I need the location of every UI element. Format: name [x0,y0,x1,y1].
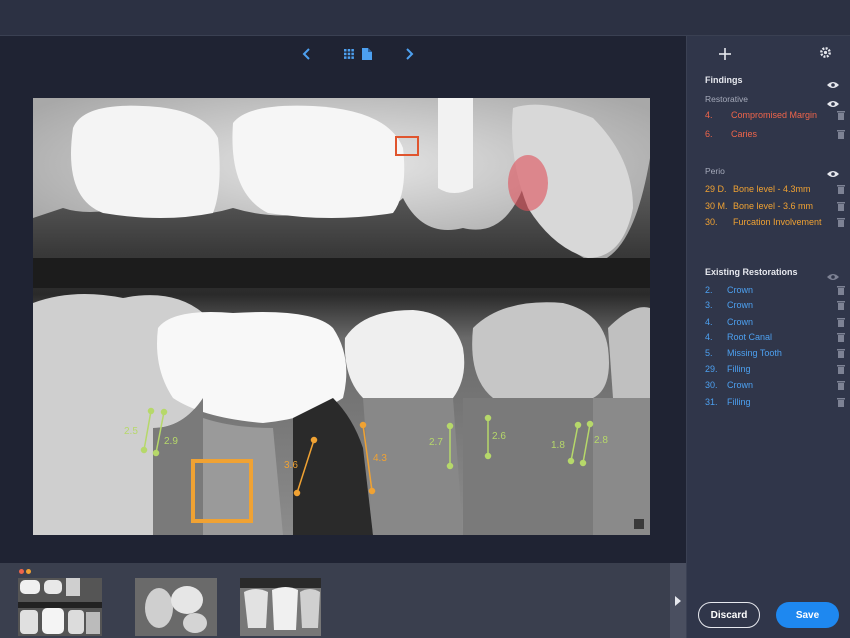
finding-item[interactable]: 6. Caries [705,128,845,140]
finding-number: 4. [705,317,713,327]
trash-icon[interactable] [837,332,845,342]
finding-number: 31. [705,397,718,407]
finding-label: Crown [727,380,754,390]
grid-icon[interactable] [342,47,356,61]
findings-sidebar: Findings Restorative 4. Compromised Margi… [686,36,850,638]
trash-icon[interactable] [837,364,845,374]
caries-highlight[interactable] [508,155,548,211]
trash-icon[interactable] [837,285,845,295]
trash-icon[interactable] [837,348,845,358]
existing-restorations-title: Existing Restorations [705,267,798,277]
chevron-right-icon[interactable] [670,563,686,638]
trash-icon[interactable] [837,397,845,407]
measurement-label: 2.6 [492,431,506,442]
finding-item[interactable]: 30 M. Bone level - 3.6 mm [705,200,845,212]
finding-item[interactable]: 30. Furcation Involvement [705,216,845,228]
finding-number: 30. [705,217,718,227]
image-corner-marker [634,519,644,529]
finding-label: Furcation Involvement [733,217,822,227]
status-dot [19,569,24,574]
trash-icon[interactable] [837,380,845,390]
trash-icon[interactable] [837,317,845,327]
finding-label: Crown [727,285,754,295]
thumbnail-1[interactable] [18,578,102,636]
finding-number: 4. [705,332,713,342]
findings-title: Findings [705,75,743,85]
discard-button[interactable]: Discard [698,602,760,628]
measurement-label: 2.5 [124,426,138,437]
finding-label: Bone level - 4.3mm [733,184,811,194]
finding-label: Filling [727,397,751,407]
trash-icon[interactable] [837,129,845,139]
finding-item[interactable]: 29 D. Bone level - 4.3mm [705,183,845,195]
finding-item[interactable]: 3. Crown [705,299,845,311]
finding-item[interactable]: 5. Missing Tooth [705,347,845,359]
thumbnail-3[interactable] [240,578,321,636]
finding-number: 29 D. [705,184,727,194]
status-dot [26,569,31,574]
finding-item[interactable]: 4. Crown [705,316,845,328]
chevron-right-icon[interactable] [402,47,416,61]
plus-icon[interactable] [719,47,731,60]
gear-icon[interactable] [819,46,832,59]
measurement-label: 2.7 [429,437,443,448]
top-bar [0,0,850,36]
finding-item[interactable]: 29. Filling [705,363,845,375]
restorative-title: Restorative [705,94,748,104]
trash-icon[interactable] [837,201,845,211]
finding-label: Filling [727,364,751,374]
measurement-label: 4.3 [373,453,387,464]
measurement-label: 2.8 [594,435,608,446]
document-icon[interactable] [360,47,374,61]
finding-number: 6. [705,129,713,139]
finding-number: 3. [705,300,713,310]
measurement-label: 1.8 [551,440,565,451]
finding-item[interactable]: 30. Crown [705,379,845,391]
finding-number: 2. [705,285,713,295]
perio-title: Perio [705,166,725,176]
trash-icon[interactable] [837,184,845,194]
finding-label: Crown [727,317,754,327]
finding-number: 29. [705,364,718,374]
measurement-label: 2.9 [164,436,178,447]
finding-item[interactable]: 2. Crown [705,284,845,296]
finding-label: Missing Tooth [727,348,782,358]
finding-item[interactable]: 4. Root Canal [705,331,845,343]
finding-number: 30. [705,380,718,390]
finding-label: Compromised Margin [731,110,818,120]
eye-icon[interactable] [827,268,839,280]
thumbnail-strip [0,563,686,638]
viewer-nav [300,46,416,62]
finding-label: Root Canal [727,332,773,342]
finding-item[interactable]: 31. Filling [705,396,845,408]
eye-icon[interactable] [827,95,839,107]
finding-label: Bone level - 3.6 mm [733,201,814,211]
xray-image[interactable]: 2.5 2.9 3.6 4.3 2.7 2.6 1.8 2.8 [33,98,650,535]
finding-item[interactable]: 4. Compromised Margin [705,109,845,121]
finding-number: 4. [705,110,713,120]
measurement-label: 3.6 [284,460,298,471]
save-button[interactable]: Save [776,602,839,628]
thumbnail-2[interactable] [135,578,217,636]
finding-label: Crown [727,300,754,310]
finding-number: 5. [705,348,713,358]
trash-icon[interactable] [837,300,845,310]
finding-number: 30 M. [705,201,728,211]
trash-icon[interactable] [837,217,845,227]
eye-icon[interactable] [827,165,839,177]
finding-label: Caries [731,129,758,139]
chevron-left-icon[interactable] [300,47,314,61]
eye-icon[interactable] [827,76,839,88]
trash-icon[interactable] [837,110,845,120]
